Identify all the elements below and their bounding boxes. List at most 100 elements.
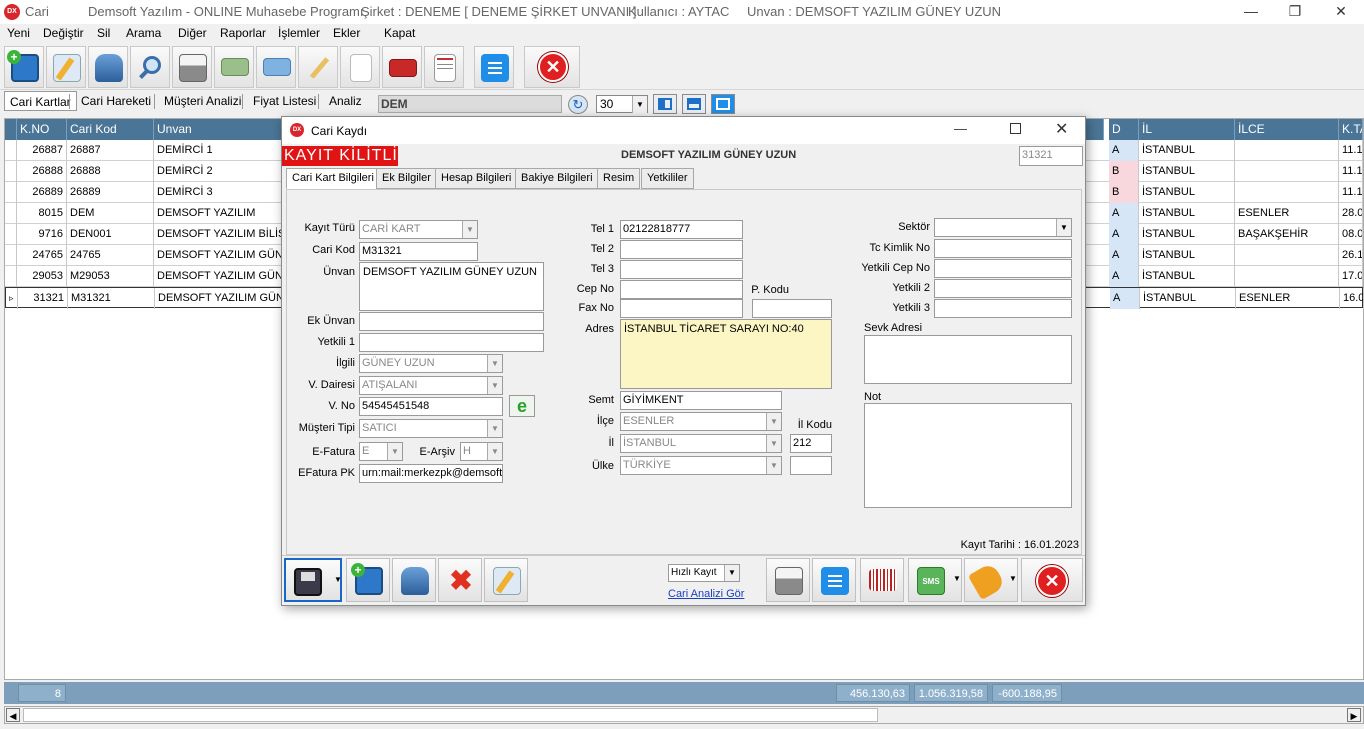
grid-header-d[interactable]: D	[1109, 119, 1139, 140]
dialog-close-icon[interactable]: ✕	[1055, 119, 1068, 139]
musteri-tipi-select[interactable]: SATICI ▼	[359, 419, 503, 438]
list-button[interactable]	[474, 46, 514, 88]
earsiv-select[interactable]: H ▼	[460, 442, 503, 461]
money-button[interactable]	[214, 46, 254, 88]
unvan-field[interactable]: DEMSOFT YAZILIM GÜNEY UZUN	[359, 262, 544, 311]
menu-raporlar[interactable]: Raporlar	[220, 26, 266, 40]
dialog-new-button[interactable]: +	[346, 558, 390, 602]
tab-cari-kart-bilgileri[interactable]: Cari Kart Bilgileri	[286, 168, 380, 189]
cari-kod-field[interactable]: M31321	[359, 242, 478, 261]
dialog-delete-db-button[interactable]	[392, 558, 436, 602]
grid-header-il[interactable]: İL	[1139, 119, 1235, 140]
tab-cari-kartlar[interactable]: Cari Kartlar	[4, 91, 77, 111]
edit-button[interactable]	[46, 46, 86, 88]
grid-header-cari-kod[interactable]: Cari Kod	[67, 119, 154, 140]
sms-dropdown-icon[interactable]: ▼	[953, 574, 961, 583]
tab-analiz[interactable]: Analiz	[324, 91, 367, 111]
tag-button[interactable]: ▼	[964, 558, 1018, 602]
scroll-thumb[interactable]	[23, 708, 878, 722]
menu-diger[interactable]: Diğer	[178, 26, 207, 40]
p-kodu-field[interactable]	[752, 299, 832, 318]
adres-field[interactable]: İSTANBUL TİCARET SARAYI NO:40	[620, 319, 832, 389]
yetkili-3-field[interactable]	[934, 299, 1072, 318]
yetkili-cep-field[interactable]	[934, 259, 1072, 278]
card-button[interactable]	[256, 46, 296, 88]
horizontal-scrollbar[interactable]: ◀ ▶	[4, 706, 1364, 724]
tab-yetkililer[interactable]: Yetkililer	[641, 168, 694, 189]
il-select[interactable]: İSTANBUL ▼	[620, 434, 782, 453]
tab-hesap-bilgileri[interactable]: Hesap Bilgileri	[435, 168, 518, 189]
not-field[interactable]	[864, 403, 1072, 508]
ulke-kodu-field[interactable]	[790, 456, 832, 475]
sektor-select[interactable]: ▼	[934, 218, 1072, 237]
grid-header-kta[interactable]: K.TA	[1339, 119, 1363, 140]
pen-button[interactable]	[298, 46, 338, 88]
sevk-adresi-field[interactable]	[864, 335, 1072, 384]
barcode-button[interactable]	[860, 558, 904, 602]
dialog-print-button[interactable]	[766, 558, 810, 602]
grid-header-ilce[interactable]: İLCE	[1235, 119, 1339, 140]
sms-button[interactable]: SMS ▼	[908, 558, 962, 602]
dialog-list-button[interactable]	[812, 558, 856, 602]
menu-ekler[interactable]: Ekler	[333, 26, 360, 40]
semt-field[interactable]: GİYİMKENT	[620, 391, 782, 410]
print-button[interactable]	[172, 46, 212, 88]
menu-sil[interactable]: Sil	[97, 26, 110, 40]
menu-kapat[interactable]: Kapat	[384, 26, 415, 40]
efatura-select[interactable]: E ▼	[359, 442, 403, 461]
record-no-field[interactable]: 31321	[1019, 146, 1083, 166]
tel-1-field[interactable]: 02122818777	[620, 220, 743, 239]
menu-arama[interactable]: Arama	[126, 26, 161, 40]
cari-analizi-link[interactable]: Cari Analizi Gör	[668, 588, 744, 600]
blank-doc-button[interactable]	[340, 46, 380, 88]
cep-no-field[interactable]	[620, 280, 743, 299]
view-single-button[interactable]	[711, 94, 735, 114]
ilce-select[interactable]: ESENLER ▼	[620, 412, 782, 431]
view-rows-button[interactable]	[682, 94, 706, 114]
tab-fiyat-listesi[interactable]: Fiyat Listesi	[248, 91, 321, 111]
dialog-close-button[interactable]: ✕	[1021, 558, 1083, 602]
toolbox-button[interactable]	[382, 46, 422, 88]
ek-unvan-field[interactable]	[359, 312, 544, 331]
tab-bakiye-bilgileri[interactable]: Bakiye Bilgileri	[515, 168, 599, 189]
tc-kimlik-field[interactable]	[934, 239, 1072, 258]
dialog-maximize-icon[interactable]	[1010, 123, 1021, 134]
ulke-select[interactable]: TÜRKİYE ▼	[620, 456, 782, 475]
search-button[interactable]	[130, 46, 170, 88]
tab-cari-hareketi[interactable]: Cari Hareketi	[76, 91, 156, 111]
minimize-button[interactable]: —	[1228, 0, 1274, 24]
page-size-select[interactable]: 30 ▼	[596, 95, 648, 113]
refresh-icon[interactable]: ↻	[568, 95, 588, 114]
yetkili-1-field[interactable]	[359, 333, 544, 352]
new-card-button[interactable]: +	[4, 46, 44, 88]
tag-dropdown-icon[interactable]: ▼	[1009, 574, 1017, 583]
e-devlet-icon[interactable]: e	[509, 395, 535, 417]
menu-yeni[interactable]: Yeni	[7, 26, 30, 40]
tab-musteri-analizi[interactable]: Müşteri Analizi	[159, 91, 246, 111]
delete-record-button[interactable]	[88, 46, 128, 88]
menu-degistir[interactable]: Değiştir	[43, 26, 84, 40]
yetkili-2-field[interactable]	[934, 279, 1072, 298]
fax-no-field[interactable]	[620, 299, 743, 318]
dialog-delete-button[interactable]: ✖	[438, 558, 482, 602]
close-app-button[interactable]: ✕	[524, 46, 580, 88]
dialog-edit-button[interactable]	[484, 558, 528, 602]
grid-header-kno[interactable]: K.NO	[17, 119, 67, 140]
v-dairesi-select[interactable]: ATIŞALANI ▼	[359, 376, 503, 395]
tab-ek-bilgiler[interactable]: Ek Bilgiler	[376, 168, 437, 189]
save-dropdown-icon[interactable]: ▼	[334, 575, 342, 584]
quick-save-select[interactable]: Hızlı Kayıt ▼	[668, 564, 740, 582]
close-window-button[interactable]: ✕	[1318, 0, 1364, 24]
tel-3-field[interactable]	[620, 260, 743, 279]
restore-button[interactable]: ❐	[1272, 0, 1318, 24]
tab-resim[interactable]: Resim	[597, 168, 641, 189]
scroll-left-icon[interactable]: ◀	[6, 708, 20, 722]
efatura-pk-field[interactable]: urn:mail:merkezpk@demsofty	[359, 464, 503, 483]
dialog-minimize-icon[interactable]: —	[954, 121, 967, 136]
il-kodu-field[interactable]: 212	[790, 434, 832, 453]
invoice-button[interactable]	[424, 46, 464, 88]
v-no-field[interactable]: 54545451548	[359, 397, 503, 416]
view-columns-button[interactable]	[653, 94, 677, 114]
scroll-right-icon[interactable]: ▶	[1347, 708, 1361, 722]
search-input[interactable]: DEM	[378, 95, 562, 113]
